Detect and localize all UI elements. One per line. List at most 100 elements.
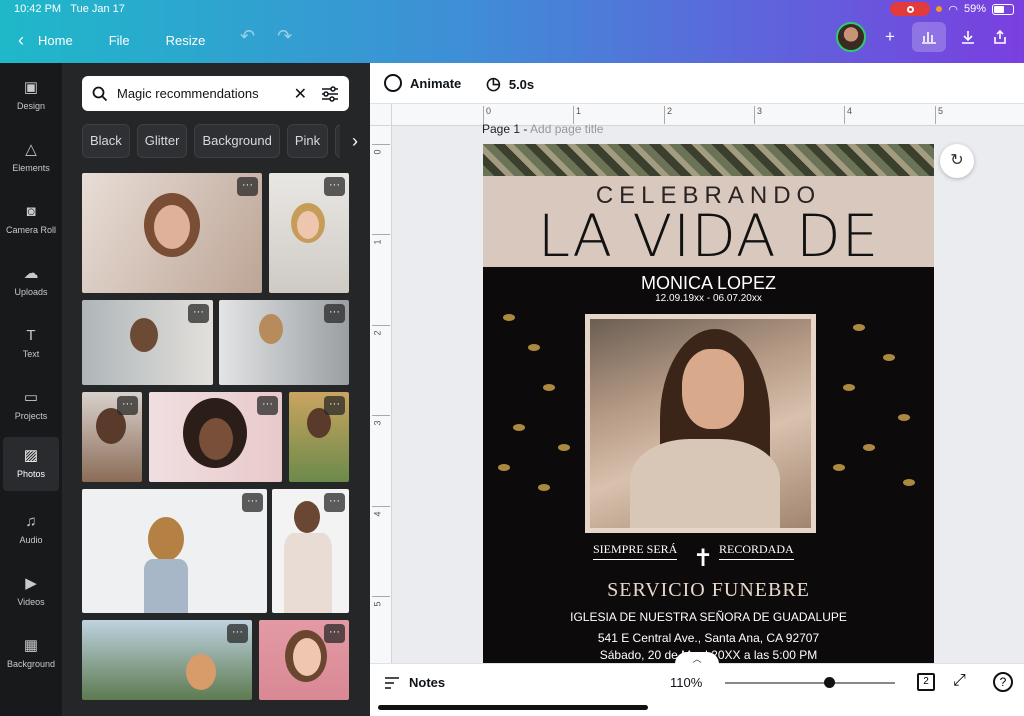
- home-button[interactable]: Home: [38, 33, 73, 48]
- top-right-actions: +: [836, 22, 1024, 52]
- deceased-name[interactable]: MONICA LOPEZ: [483, 273, 934, 294]
- zoom-slider-handle[interactable]: [824, 677, 835, 688]
- camera-icon: ◙: [26, 203, 36, 220]
- vertical-ruler: 0 1 2 3 4 5: [370, 126, 392, 663]
- la-vida-de-text[interactable]: LA VIDA DE: [483, 202, 934, 270]
- photo-result[interactable]: ···: [269, 173, 349, 293]
- suggestion-chips: Black Glitter Background Pink Ma: [82, 124, 370, 158]
- gold-leaf: [883, 354, 895, 361]
- photo-icon: ▨: [23, 447, 39, 464]
- rail-item-audio[interactable]: ♫ Audio: [3, 503, 59, 557]
- more-options-icon[interactable]: ···: [188, 304, 209, 323]
- photo-result[interactable]: ···: [82, 489, 267, 613]
- file-menu-button[interactable]: File: [109, 33, 130, 48]
- redo-icon[interactable]: ↷: [277, 26, 292, 47]
- undo-icon[interactable]: ↶: [240, 26, 255, 47]
- chip-glitter[interactable]: Glitter: [136, 124, 188, 158]
- help-icon[interactable]: ?: [993, 672, 1013, 692]
- fullscreen-icon[interactable]: ⤢: [953, 672, 966, 690]
- chip-black[interactable]: Black: [82, 124, 130, 158]
- page-count-button[interactable]: 2: [917, 673, 935, 691]
- photo-result[interactable]: ···: [82, 620, 252, 700]
- more-options-icon[interactable]: ···: [324, 624, 345, 643]
- resize-button[interactable]: Resize: [166, 33, 206, 48]
- more-options-icon[interactable]: ···: [324, 493, 345, 512]
- rail-item-projects[interactable]: ▭ Projects: [3, 379, 59, 433]
- servicio-funebre-text[interactable]: SERVICIO FUNEBRE: [483, 579, 934, 602]
- search-input[interactable]: Magic recommendations ✕: [82, 76, 349, 111]
- chips-next-icon[interactable]: ›: [340, 124, 370, 158]
- folder-icon: ▭: [23, 389, 39, 406]
- notes-button[interactable]: Notes: [384, 675, 445, 690]
- service-address[interactable]: 541 E Central Ave., Santa Ana, CA 92707: [483, 631, 934, 645]
- ruler-tick: 2: [664, 106, 672, 124]
- duration-button[interactable]: ◷ 5.0s: [486, 74, 534, 94]
- rail-item-uploads[interactable]: ☁ Uploads: [3, 255, 59, 309]
- photo-result[interactable]: ···: [272, 489, 349, 613]
- photo-result[interactable]: ···: [219, 300, 349, 385]
- more-options-icon[interactable]: ···: [324, 304, 345, 323]
- add-collaborator-icon[interactable]: +: [874, 22, 906, 52]
- photo-result[interactable]: ···: [82, 392, 142, 482]
- more-options-icon[interactable]: ···: [117, 396, 138, 415]
- comment-icon[interactable]: ↻: [940, 144, 974, 178]
- recording-icon: [890, 2, 931, 16]
- photo-result[interactable]: ···: [149, 392, 282, 482]
- recordada-text[interactable]: RECORDADA: [719, 542, 794, 560]
- more-options-icon[interactable]: ···: [324, 177, 345, 196]
- mic-dot-icon: [936, 6, 943, 12]
- gold-leaf: [503, 314, 515, 321]
- rail-item-background[interactable]: ▦ Background: [3, 627, 59, 681]
- photo-result[interactable]: ···: [82, 300, 213, 385]
- design-page[interactable]: CELEBRANDO LA VIDA DE MONICA LOPEZ 12.09…: [483, 144, 934, 663]
- portrait-sweater: [630, 439, 780, 528]
- rail-item-camera-roll[interactable]: ◙ Camera Roll: [3, 193, 59, 247]
- more-options-icon[interactable]: ···: [237, 177, 258, 196]
- download-icon[interactable]: [952, 22, 984, 52]
- more-options-icon[interactable]: ···: [242, 493, 263, 512]
- gold-leaf: [498, 464, 510, 471]
- upload-cloud-icon: ☁: [23, 265, 39, 282]
- more-options-icon[interactable]: ···: [257, 396, 278, 415]
- history-group: ↶ ↷: [240, 26, 292, 47]
- photo-result[interactable]: ···: [259, 620, 349, 700]
- insights-chart-icon[interactable]: [912, 22, 946, 52]
- rail-item-text[interactable]: T Text: [3, 317, 59, 371]
- chip-pink[interactable]: Pink: [286, 124, 329, 158]
- notes-icon: [385, 676, 399, 689]
- expand-pages-icon[interactable]: ︿: [675, 652, 719, 664]
- rail-item-design[interactable]: ▣ Design: [3, 69, 59, 123]
- rail-item-photos[interactable]: ▨ Photos: [3, 437, 59, 491]
- elements-icon: △: [25, 141, 37, 158]
- portrait-frame[interactable]: [585, 314, 816, 533]
- animate-button[interactable]: Animate: [384, 74, 461, 92]
- wifi-icon: ◠: [948, 3, 958, 16]
- more-options-icon[interactable]: ···: [324, 396, 345, 415]
- status-time: 10:42 PM Tue Jan 17: [14, 3, 125, 15]
- filter-sliders-icon[interactable]: [321, 85, 339, 102]
- photo-result[interactable]: ···: [289, 392, 349, 482]
- chip-background[interactable]: Background: [194, 124, 280, 158]
- life-dates[interactable]: 12.09.19xx - 06.07.20xx: [483, 293, 934, 304]
- clear-search-icon[interactable]: ✕: [294, 84, 307, 104]
- zoom-slider[interactable]: [725, 682, 895, 684]
- rail-item-videos[interactable]: ▶ Videos: [3, 565, 59, 619]
- ruler-tick: 0: [372, 144, 390, 155]
- more-options-icon[interactable]: ···: [227, 624, 248, 643]
- back-chevron-icon[interactable]: ‹: [18, 30, 24, 51]
- ruler-corner: [370, 104, 392, 126]
- share-icon[interactable]: [984, 22, 1016, 52]
- gold-leaf: [863, 444, 875, 451]
- status-bar: 10:42 PM Tue Jan 17 ◠ 59%: [0, 0, 1024, 18]
- ruler-tick: 3: [754, 106, 762, 124]
- video-icon: ▶: [25, 575, 37, 592]
- photo-result[interactable]: ···: [82, 173, 262, 293]
- rail-item-elements[interactable]: △ Elements: [3, 131, 59, 185]
- side-rail: ▣ Design △ Elements ◙ Camera Roll ☁ Uploads …: [0, 63, 62, 716]
- siempre-sera-text[interactable]: SIEMPRE SERÁ: [593, 542, 678, 560]
- zoom-level[interactable]: 110%: [670, 675, 702, 690]
- church-name[interactable]: IGLESIA DE NUESTRA SEÑORA DE GUADALUPE: [483, 610, 934, 624]
- avatar[interactable]: [836, 22, 866, 52]
- page-title[interactable]: Page 1 - Add page title: [482, 122, 603, 136]
- portrait-face: [682, 349, 744, 429]
